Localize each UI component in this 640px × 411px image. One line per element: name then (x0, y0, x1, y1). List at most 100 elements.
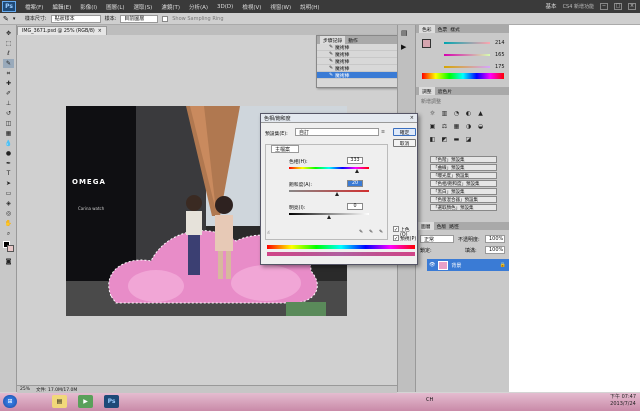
channel-mixer-icon[interactable]: ◒ (476, 122, 485, 130)
stamp-tool-icon[interactable]: ⊥ (3, 99, 14, 108)
tab-styles[interactable]: 樣式 (450, 26, 460, 33)
start-button[interactable]: ⊞ (3, 395, 17, 408)
color-spectrum[interactable] (422, 73, 504, 79)
tab-swatches[interactable]: 色票 (438, 26, 448, 33)
photo-filter-icon[interactable]: ◑ (464, 122, 473, 130)
color-balance-icon[interactable]: ⚖ (440, 122, 449, 130)
menu-3d[interactable]: 3D(D) (217, 4, 233, 10)
menu-window[interactable]: 視窗(W) (270, 3, 291, 11)
workspace-switcher[interactable]: 基本 (546, 2, 557, 10)
tab-channels[interactable]: 色版 (437, 223, 447, 230)
fill-input[interactable]: 100% (485, 246, 505, 254)
red-slider[interactable] (444, 42, 490, 44)
blue-slider[interactable] (444, 66, 490, 68)
green-slider[interactable] (444, 54, 490, 56)
3d-orbit-icon[interactable]: ◎ (3, 209, 14, 218)
menu-view[interactable]: 檢視(V) (242, 3, 261, 11)
menu-file[interactable]: 檔案(F) (25, 3, 43, 11)
preset-hue-sat[interactable]: 「色相/飽和度」預設集 (430, 180, 497, 187)
cancel-button[interactable]: 取消 (393, 139, 416, 147)
history-row[interactable]: ✎ 魔術棒 (317, 44, 400, 51)
system-clock[interactable]: 下午 07:47 2013/7/24 (610, 394, 636, 408)
preset-levels[interactable]: 「色階」預設集 (430, 156, 497, 163)
media-player-icon[interactable]: ▶ (78, 395, 93, 408)
pen-tool-icon[interactable]: ✒ (3, 159, 14, 168)
photoshop-taskbar-icon[interactable]: Ps (104, 395, 119, 408)
menu-filter[interactable]: 濾鏡(T) (161, 3, 180, 11)
blend-mode-select[interactable]: 正常 (420, 235, 454, 243)
preset-selective-color[interactable]: 「選取顏色」預設集 (430, 204, 497, 211)
menu-help[interactable]: 說明(H) (300, 3, 319, 11)
lightness-input[interactable]: 0 (347, 203, 363, 210)
background-color-swatch[interactable] (7, 245, 14, 252)
tab-actions[interactable]: 動作 (348, 37, 358, 44)
brightness-icon[interactable]: ☼ (428, 109, 437, 117)
black-white-icon[interactable]: ▦ (452, 122, 461, 130)
hand-tool-icon[interactable]: ✋ (3, 219, 14, 228)
eye-icon[interactable]: 👁 (429, 262, 435, 268)
close-button[interactable]: × (628, 2, 636, 10)
healing-tool-icon[interactable]: ✚ (3, 79, 14, 88)
saturation-input[interactable]: 20 (347, 180, 363, 187)
preset-exposure[interactable]: 「曝光度」預設集 (430, 172, 497, 179)
zoom-tool-icon[interactable]: ⌕ (3, 229, 14, 238)
type-tool-icon[interactable]: T (3, 169, 14, 178)
menu-analysis[interactable]: 分析(A) (189, 3, 208, 11)
eyedropper-add-icon[interactable]: ✎ (369, 230, 373, 235)
hue-slider-thumb[interactable] (355, 169, 359, 173)
hue-sat-icon[interactable]: ▣ (428, 122, 437, 130)
shape-tool-icon[interactable]: ▭ (3, 189, 14, 198)
colorize-checkbox[interactable]: ✓ (393, 226, 399, 233)
gradient-map-icon[interactable]: ◪ (464, 135, 473, 143)
eraser-tool-icon[interactable]: ◫ (3, 119, 14, 128)
ok-button[interactable]: 確定 (393, 128, 416, 136)
preset-channel-mixer[interactable]: 「色版混合器」預設集 (430, 196, 497, 203)
magic-wand-icon[interactable]: ✎ (3, 15, 9, 23)
posterize-icon[interactable]: ◩ (440, 135, 449, 143)
saturation-slider-thumb[interactable] (335, 192, 339, 196)
sample-size-select[interactable]: 點狀樣本 (50, 14, 101, 23)
explorer-icon[interactable]: ▤ (52, 395, 67, 408)
tab-color[interactable]: 色彩 (419, 25, 435, 33)
menu-image[interactable]: 影像(I) (80, 3, 97, 11)
preset-select[interactable]: 自訂 (295, 128, 379, 136)
crop-tool-icon[interactable]: ⌗ (3, 69, 14, 78)
preset-curves[interactable]: 「曲線」預設集 (430, 164, 497, 171)
marquee-tool-icon[interactable]: ⬚ (3, 39, 14, 48)
exposure-icon[interactable]: ◐ (464, 109, 473, 117)
lightness-slider-thumb[interactable] (327, 215, 331, 219)
tab-layers[interactable]: 圖層 (418, 222, 434, 230)
history-row[interactable]: ✎ 魔術棒 (317, 65, 400, 72)
move-tool-icon[interactable]: ✥ (3, 29, 14, 38)
tab-masks[interactable]: 遮色片 (438, 88, 452, 95)
history-row-selected[interactable]: ✎ 魔術棒 (317, 72, 400, 79)
document-tab[interactable]: IMG_3671.psd @ 25% (RGB/8) × (17, 26, 107, 35)
history-panel-icon[interactable]: ▤ (401, 29, 408, 37)
menu-select[interactable]: 選取(S) (134, 3, 153, 11)
vibrance-icon[interactable]: ▲ (476, 109, 485, 117)
saturation-slider[interactable] (289, 190, 369, 192)
range-select[interactable]: 主檔案 (271, 145, 299, 153)
quick-mask-icon[interactable]: ◙ (3, 257, 14, 266)
path-select-icon[interactable]: ➤ (3, 179, 14, 188)
eyedropper-tool-icon[interactable]: ✎ (3, 59, 14, 68)
show-ring-checkbox[interactable] (162, 15, 169, 22)
menu-edit[interactable]: 編輯(E) (52, 3, 71, 11)
blur-tool-icon[interactable]: 💧 (3, 139, 14, 148)
preset-black-white[interactable]: 「黑白」預設集 (430, 188, 497, 195)
red-value[interactable]: 214 (495, 40, 505, 46)
layer-name[interactable]: 背景 (451, 262, 461, 269)
invert-icon[interactable]: ◧ (428, 135, 437, 143)
zoom-level[interactable]: 25% (20, 387, 30, 392)
preview-checkbox[interactable]: ✓ (393, 235, 399, 242)
green-value[interactable]: 165 (495, 52, 505, 58)
actions-panel-icon[interactable]: ▶ (401, 43, 406, 51)
layer-row-background[interactable]: 👁 背景 🔒 (427, 259, 509, 271)
minimize-button[interactable]: − (600, 2, 608, 10)
close-tab-icon[interactable]: × (98, 29, 102, 34)
tab-adjustments[interactable]: 調整 (419, 87, 435, 95)
cs-new-features[interactable]: CS4 新增功能 (563, 3, 594, 10)
hue-input[interactable]: 333 (347, 157, 363, 164)
preset-options-icon[interactable]: ≡ (381, 130, 385, 135)
3d-rotate-icon[interactable]: ◈ (3, 199, 14, 208)
